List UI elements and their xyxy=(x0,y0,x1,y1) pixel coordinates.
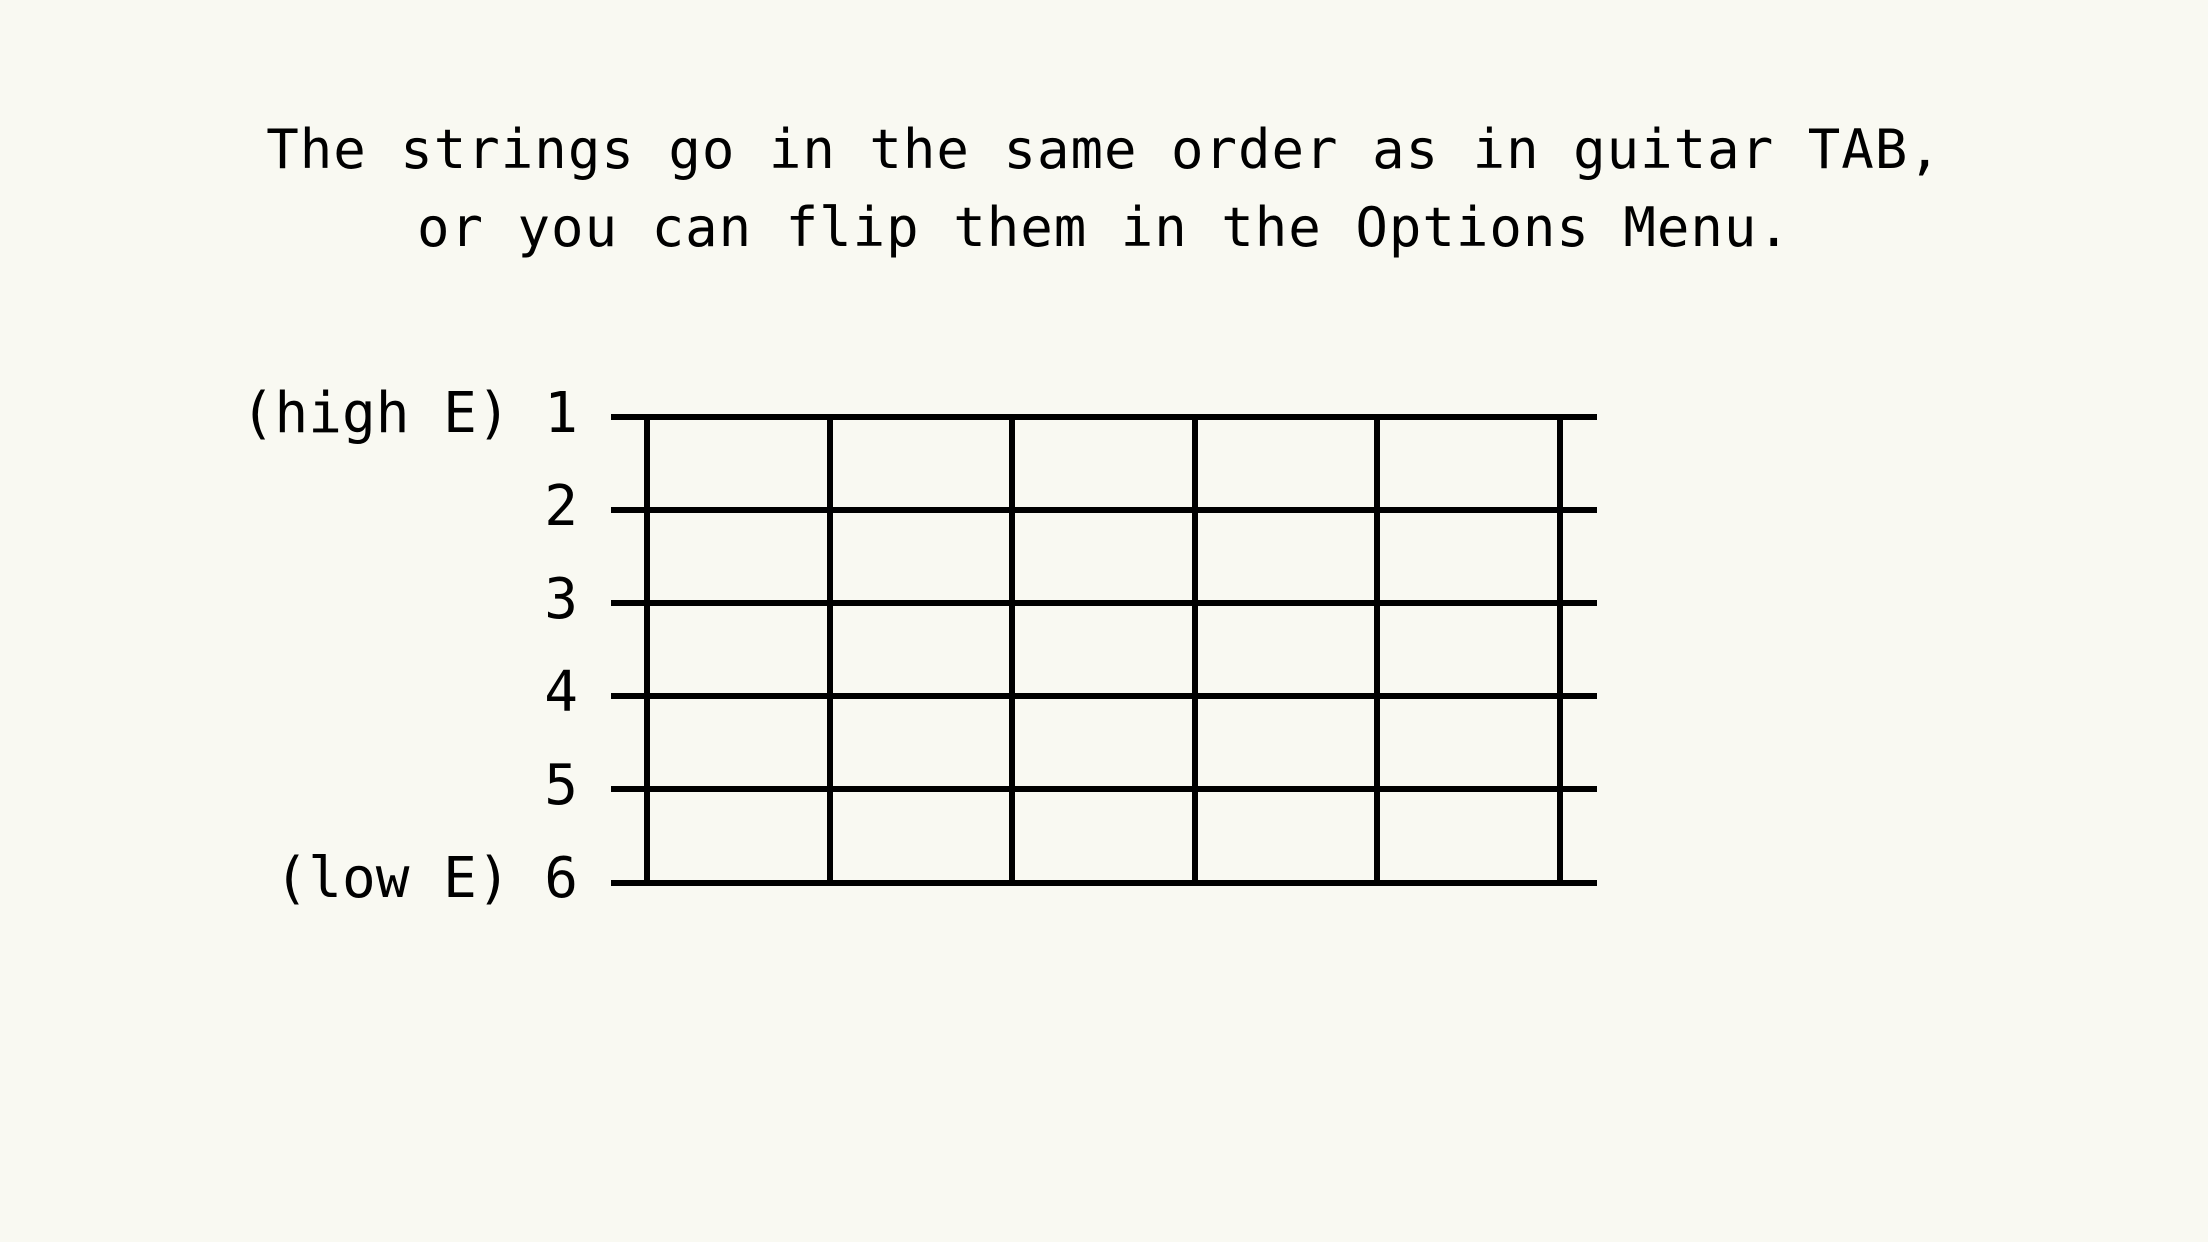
fret-line-3 xyxy=(1009,414,1015,886)
tutorial-screen: The strings go in the same order as in g… xyxy=(0,0,2208,1242)
fret-line-5 xyxy=(1374,414,1380,886)
instruction-line-2: or you can flip them in the Options Menu… xyxy=(417,196,1791,259)
string-line-5 xyxy=(611,786,1597,792)
fret-line-4 xyxy=(1192,414,1198,886)
string-label-3: 3 xyxy=(544,567,578,632)
string-line-4 xyxy=(611,693,1597,699)
fret-line-1 xyxy=(644,414,650,886)
instruction-line-1: The strings go in the same order as in g… xyxy=(266,118,1942,181)
string-label-6: (low E) 6 xyxy=(274,846,578,911)
string-label-5: 5 xyxy=(544,753,578,818)
string-label-4: 4 xyxy=(544,660,578,725)
fret-line-2 xyxy=(827,414,833,886)
string-line-1 xyxy=(611,414,1597,420)
string-line-3 xyxy=(611,600,1597,606)
string-line-2 xyxy=(611,507,1597,513)
string-line-6 xyxy=(611,880,1597,886)
string-label-1: (high E) 1 xyxy=(240,381,578,446)
fret-line-6 xyxy=(1557,414,1563,886)
string-label-2: 2 xyxy=(544,474,578,539)
